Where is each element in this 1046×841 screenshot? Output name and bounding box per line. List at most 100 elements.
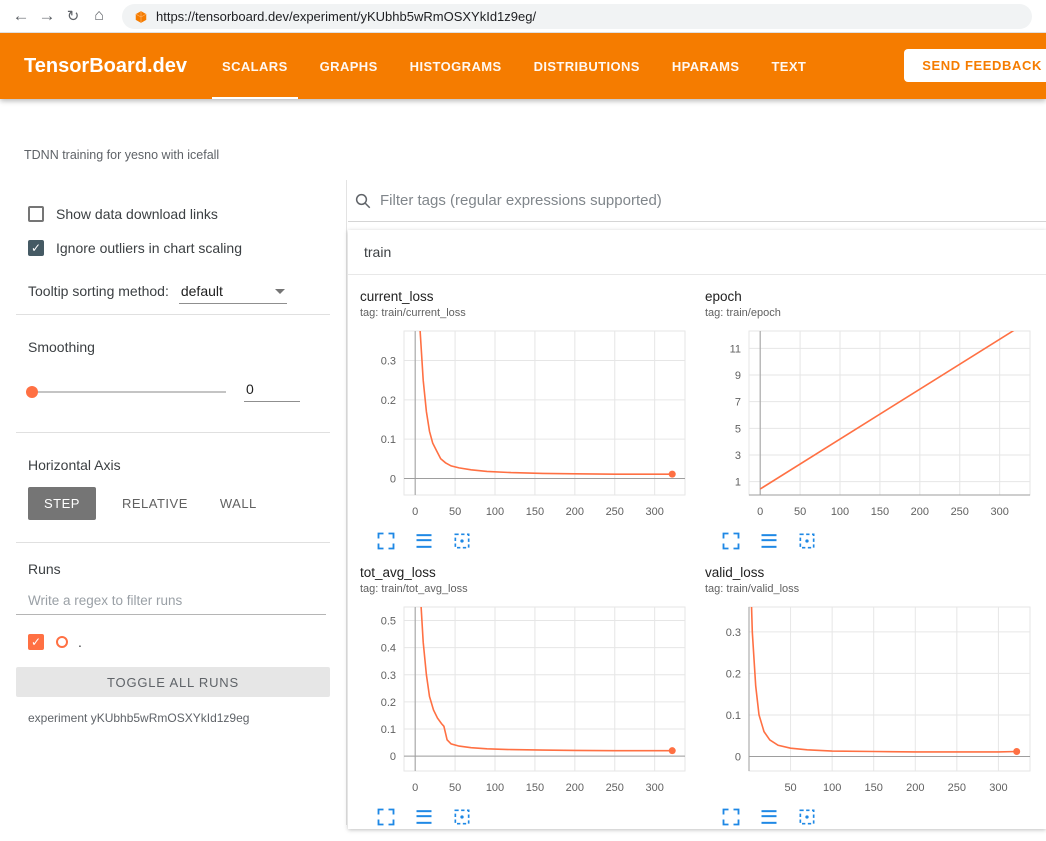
tooltip-sorting-row: Tooltip sorting method: default bbox=[28, 278, 318, 304]
axis-relative-button[interactable]: RELATIVE bbox=[106, 487, 204, 520]
svg-text:150: 150 bbox=[526, 506, 544, 518]
home-icon[interactable]: ⌂ bbox=[86, 7, 112, 25]
svg-text:250: 250 bbox=[951, 506, 969, 518]
forward-icon[interactable]: → bbox=[34, 6, 60, 26]
back-icon[interactable]: ← bbox=[8, 6, 34, 26]
log-scale-icon[interactable] bbox=[759, 531, 779, 551]
chart-card: epochtag: train/epoch0501001502002503001… bbox=[705, 289, 1046, 551]
show-download-links-label: Show data download links bbox=[56, 206, 218, 222]
send-feedback-button[interactable]: SEND FEEDBACK bbox=[904, 49, 1046, 82]
fullscreen-icon[interactable] bbox=[721, 807, 741, 827]
log-scale-icon[interactable] bbox=[414, 531, 434, 551]
tooltip-sorting-select[interactable]: default bbox=[179, 281, 287, 304]
svg-text:0: 0 bbox=[735, 751, 741, 763]
chart-card: valid_losstag: train/valid_loss501001502… bbox=[705, 565, 1046, 827]
url-bar[interactable]: https://tensorboard.dev/experiment/yKUbh… bbox=[122, 4, 1032, 29]
fit-domain-icon[interactable] bbox=[797, 807, 817, 827]
chart-title: valid_loss bbox=[705, 565, 1046, 580]
search-icon bbox=[354, 192, 372, 210]
chart-plot[interactable]: 05010015020025030000.10.20.3 bbox=[360, 325, 690, 527]
fit-domain-icon[interactable] bbox=[452, 531, 472, 551]
tab-bar: SCALARSGRAPHSHISTOGRAMSDISTRIBUTIONSHPAR… bbox=[212, 33, 816, 99]
svg-text:0.2: 0.2 bbox=[381, 395, 396, 407]
chart-plot[interactable]: 0501001502002503001357911 bbox=[705, 325, 1035, 527]
svg-text:250: 250 bbox=[606, 506, 624, 518]
tab-scalars[interactable]: SCALARS bbox=[212, 33, 298, 99]
svg-text:7: 7 bbox=[735, 397, 741, 409]
svg-text:100: 100 bbox=[823, 782, 841, 794]
chart-toolbar bbox=[376, 807, 705, 827]
svg-text:0: 0 bbox=[390, 751, 396, 763]
run-name: . bbox=[78, 634, 82, 650]
svg-text:0.2: 0.2 bbox=[381, 697, 396, 709]
chart-title: tot_avg_loss bbox=[360, 565, 705, 580]
svg-text:11: 11 bbox=[730, 343, 741, 355]
tab-hparams[interactable]: HPARAMS bbox=[662, 33, 750, 99]
tab-histograms[interactable]: HISTOGRAMS bbox=[400, 33, 512, 99]
chart-toolbar bbox=[721, 807, 1046, 827]
tooltip-sorting-label: Tooltip sorting method: bbox=[28, 283, 169, 304]
smoothing-slider[interactable] bbox=[28, 391, 226, 393]
chart-card: current_losstag: train/current_loss05010… bbox=[360, 289, 705, 551]
tag-filter-row: Filter tags (regular expressions support… bbox=[348, 180, 1046, 222]
tag-group-header[interactable]: train bbox=[348, 230, 1046, 275]
settings-sidebar: Show data download links ✓ Ignore outlie… bbox=[0, 180, 347, 825]
svg-text:3: 3 bbox=[735, 450, 741, 462]
chart-toolbar bbox=[721, 531, 1046, 551]
svg-text:0.1: 0.1 bbox=[726, 710, 741, 722]
tab-distributions[interactable]: DISTRIBUTIONS bbox=[524, 33, 650, 99]
fullscreen-icon[interactable] bbox=[721, 531, 741, 551]
chart-title: epoch bbox=[705, 289, 1046, 304]
svg-text:200: 200 bbox=[566, 506, 584, 518]
checkbox-checked-icon[interactable]: ✓ bbox=[28, 240, 44, 256]
fullscreen-icon[interactable] bbox=[376, 807, 396, 827]
fullscreen-icon[interactable] bbox=[376, 531, 396, 551]
svg-text:0: 0 bbox=[412, 782, 418, 794]
svg-text:50: 50 bbox=[794, 506, 806, 518]
svg-text:250: 250 bbox=[606, 782, 624, 794]
svg-text:300: 300 bbox=[990, 506, 1008, 518]
axis-wall-button[interactable]: WALL bbox=[204, 487, 273, 520]
log-scale-icon[interactable] bbox=[414, 807, 434, 827]
svg-text:0.1: 0.1 bbox=[381, 724, 396, 736]
checkbox-unchecked-icon[interactable] bbox=[28, 206, 44, 222]
tag-filter-input[interactable]: Filter tags (regular expressions support… bbox=[380, 192, 662, 209]
chart-card: tot_avg_losstag: train/tot_avg_loss05010… bbox=[360, 565, 705, 827]
chart-plot[interactable]: 05010015020025030000.10.20.30.40.5 bbox=[360, 601, 690, 803]
smoothing-slider-thumb[interactable] bbox=[26, 386, 38, 398]
run-list-item[interactable]: ✓ . bbox=[28, 631, 318, 653]
smoothing-value-field[interactable]: 0 bbox=[244, 381, 300, 402]
smoothing-slider-row: 0 bbox=[28, 381, 318, 402]
svg-text:0.3: 0.3 bbox=[381, 670, 396, 682]
toggle-all-runs-button[interactable]: TOGGLE ALL RUNS bbox=[16, 667, 330, 697]
chart-plot[interactable]: 5010015020025030000.10.20.3 bbox=[705, 601, 1035, 803]
tab-graphs[interactable]: GRAPHS bbox=[310, 33, 388, 99]
show-download-links-checkbox-row[interactable]: Show data download links bbox=[28, 202, 318, 226]
fit-domain-icon[interactable] bbox=[797, 531, 817, 551]
sidebar-divider bbox=[16, 542, 330, 543]
tooltip-sorting-value: default bbox=[181, 283, 223, 299]
svg-text:200: 200 bbox=[906, 782, 924, 794]
svg-text:0.2: 0.2 bbox=[726, 668, 741, 680]
reload-icon[interactable]: ↻ bbox=[60, 7, 86, 25]
tag-group-card: train current_losstag: train/current_los… bbox=[348, 230, 1046, 829]
runs-label: Runs bbox=[28, 561, 318, 577]
run-color-swatch-icon bbox=[56, 636, 68, 648]
log-scale-icon[interactable] bbox=[759, 807, 779, 827]
svg-text:150: 150 bbox=[865, 782, 883, 794]
runs-filter-input[interactable]: Write a regex to filter runs bbox=[16, 593, 326, 615]
tensorboard-logo[interactable]: TensorBoard.dev bbox=[24, 33, 187, 99]
charts-grid: current_losstag: train/current_loss05010… bbox=[348, 275, 1046, 841]
run-checkbox-icon[interactable]: ✓ bbox=[28, 634, 44, 650]
svg-text:0.4: 0.4 bbox=[381, 643, 396, 655]
svg-text:50: 50 bbox=[449, 782, 461, 794]
ignore-outliers-checkbox-row[interactable]: ✓ Ignore outliers in chart scaling bbox=[28, 236, 318, 260]
svg-text:1: 1 bbox=[735, 477, 741, 489]
svg-text:300: 300 bbox=[989, 782, 1007, 794]
tab-text[interactable]: TEXT bbox=[761, 33, 816, 99]
fit-domain-icon[interactable] bbox=[452, 807, 472, 827]
svg-text:100: 100 bbox=[486, 782, 504, 794]
axis-step-button[interactable]: STEP bbox=[28, 487, 96, 520]
chart-title: current_loss bbox=[360, 289, 705, 304]
sidebar-divider bbox=[16, 432, 330, 433]
